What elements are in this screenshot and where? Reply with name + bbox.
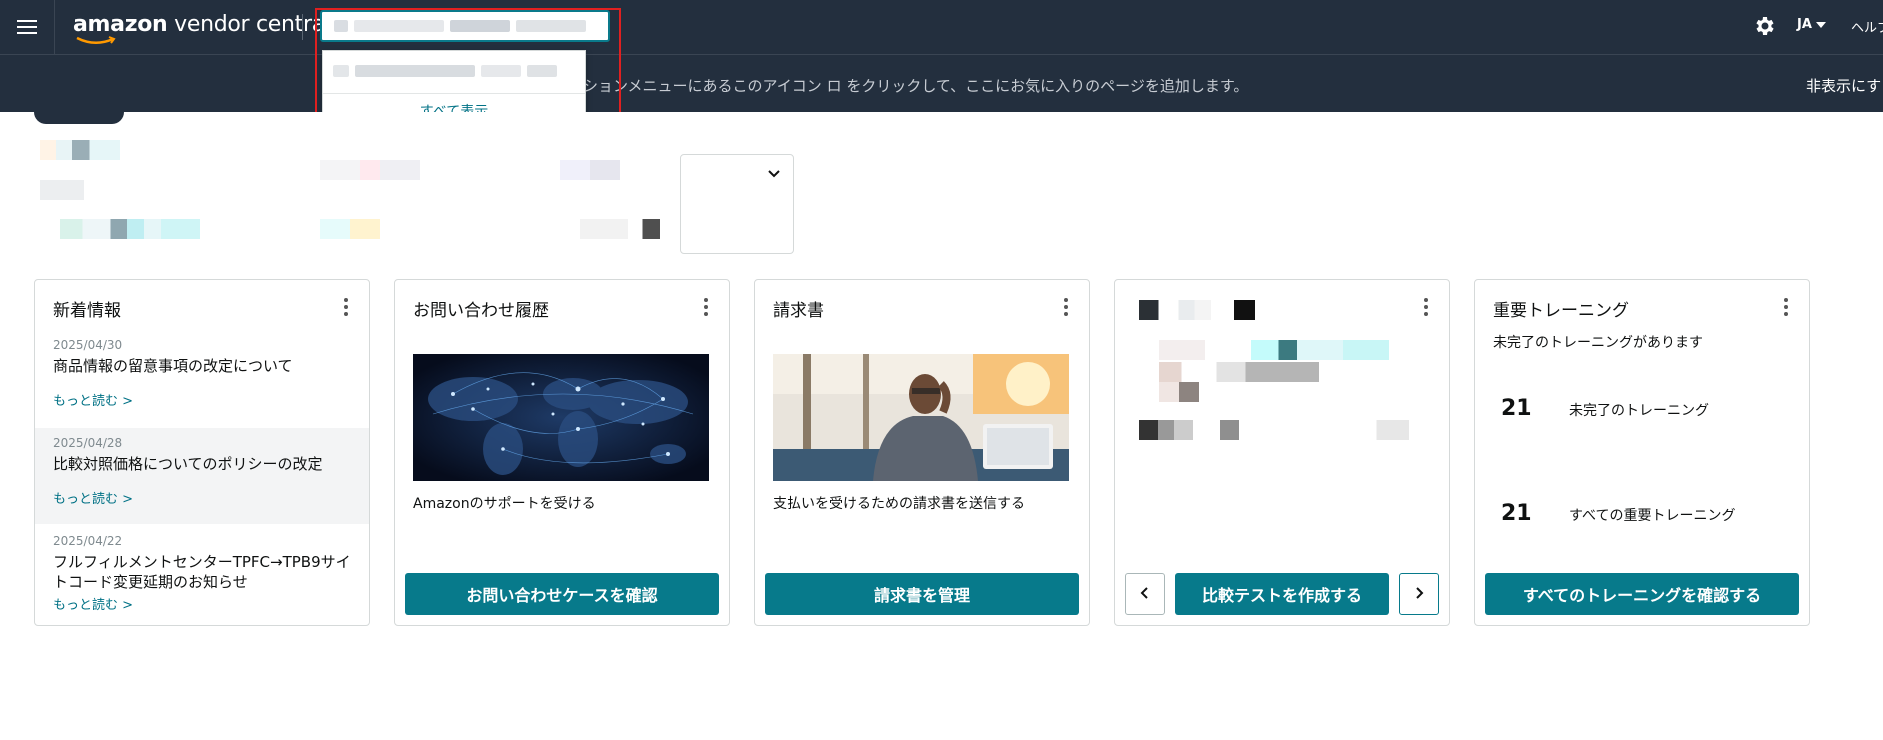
hamburger-menu-icon[interactable] <box>0 0 55 54</box>
gear-icon[interactable] <box>1752 14 1776 38</box>
training-card: 重要トレーニング 未完了のトレーニングがあります 21 未完了のトレーニング 2… <box>1474 279 1810 626</box>
invoices-card: 請求書 支払いを受けるための請求書を送信する 請求書を管理 <box>754 279 1090 626</box>
favorites-bar: ションメニューにあるこのアイコン ロ をクリックして、ここにお気に入りのページを… <box>0 54 1883 112</box>
language-label: JA <box>1797 17 1812 32</box>
avatar <box>34 112 124 124</box>
redacted-block <box>1159 382 1199 402</box>
help-link[interactable]: ヘルプ <box>1851 17 1883 36</box>
news-item[interactable]: 2025/04/28 比較対照価格についてのポリシーの改定 もっと読む > <box>35 428 369 524</box>
logo-brand: amazon <box>73 12 168 37</box>
invoices-card-title: 請求書 <box>773 301 824 321</box>
support-card-title: お問い合わせ履歴 <box>413 301 549 321</box>
invoices-description: 支払いを受けるための請求書を送信する <box>773 496 1025 512</box>
vendor-central-logo[interactable]: amazon vendor central <box>73 12 331 44</box>
training-subtitle: 未完了のトレーニングがあります <box>1493 335 1703 351</box>
news-card-title: 新着情報 <box>53 301 121 321</box>
redacted-block <box>320 160 420 180</box>
amazon-smile-icon <box>76 36 116 44</box>
news-headline[interactable]: 比較対照価格についてのポリシーの改定 <box>53 454 351 474</box>
all-training-label[interactable]: すべての重要トレーニング <box>1569 505 1735 525</box>
news-card: 新着情報 2025/04/30 商品情報の留意事項の改定について もっと読む >… <box>34 279 370 626</box>
search-box[interactable] <box>320 10 610 42</box>
support-description: Amazonのサポートを受ける <box>413 496 596 512</box>
more-options-icon[interactable] <box>1423 298 1429 318</box>
manage-invoices-button[interactable]: 請求書を管理 <box>765 573 1079 615</box>
news-date: 2025/04/28 <box>53 436 123 450</box>
read-more-link[interactable]: もっと読む > <box>53 488 351 507</box>
dropdown-divider <box>323 93 585 94</box>
redacted-block <box>1159 362 1319 382</box>
create-experiment-button[interactable]: 比較テストを作成する <box>1175 573 1389 615</box>
top-nav-bar: amazon vendor central JA ヘルプ <box>0 0 1883 54</box>
redacted-block <box>60 219 200 239</box>
training-card-title: 重要トレーニング <box>1493 301 1629 321</box>
language-selector[interactable]: JA <box>1797 17 1826 32</box>
more-options-icon[interactable] <box>343 298 349 318</box>
chevron-down-icon <box>768 170 780 178</box>
experiments-card: 比較テストを作成する <box>1114 279 1450 626</box>
read-more-link[interactable]: もっと読む > <box>53 390 351 409</box>
incomplete-training-count: 21 <box>1501 396 1532 421</box>
redacted-block <box>1159 340 1389 360</box>
previous-button[interactable] <box>1125 573 1165 615</box>
news-headline[interactable]: 商品情報の留意事項の改定について <box>53 356 351 376</box>
world-network-image <box>413 354 709 481</box>
suggestion-item[interactable] <box>333 65 557 77</box>
more-options-icon[interactable] <box>703 298 709 318</box>
account-selector[interactable] <box>680 154 794 254</box>
caret-down-icon <box>1815 21 1826 28</box>
redacted-block <box>40 180 84 200</box>
support-card: お問い合わせ履歴 Amazonのサポートを受ける お問い合わせケースを確認 <box>394 279 730 626</box>
redacted-block <box>40 140 120 160</box>
read-more-link[interactable]: もっと読む > <box>53 594 351 613</box>
hide-favorites-link[interactable]: 非表示にす <box>1806 75 1881 96</box>
businessman-phone-image <box>773 354 1069 481</box>
redacted-block <box>1139 300 1255 320</box>
logo-divider <box>302 14 303 40</box>
chevron-left-icon <box>1140 586 1148 599</box>
more-options-icon[interactable] <box>1783 298 1789 318</box>
next-button[interactable] <box>1399 573 1439 615</box>
view-all-training-button[interactable]: すべてのトレーニングを確認する <box>1485 573 1799 615</box>
redacted-block <box>320 219 380 239</box>
news-item[interactable]: 2025/04/22 フルフィルメントセンターTPFC→TPB9サイトコード変更… <box>35 526 369 624</box>
more-options-icon[interactable] <box>1063 298 1069 318</box>
news-date: 2025/04/22 <box>53 534 123 548</box>
news-item[interactable]: 2025/04/30 商品情報の留意事項の改定について もっと読む > <box>35 330 369 426</box>
logo-product: vendor central <box>174 12 331 37</box>
news-headline[interactable]: フルフィルメントセンターTPFC→TPB9サイトコード変更延期のお知らせ <box>53 552 351 592</box>
news-date: 2025/04/30 <box>53 338 123 352</box>
search-redacted-text <box>334 20 586 32</box>
incomplete-training-label[interactable]: 未完了のトレーニング <box>1569 400 1709 420</box>
redacted-block <box>580 219 660 239</box>
favorites-hint: ションメニューにあるこのアイコン ロ をクリックして、ここにお気に入りのページを… <box>583 77 1249 95</box>
chevron-right-icon <box>1416 586 1424 599</box>
view-support-cases-button[interactable]: お問い合わせケースを確認 <box>405 573 719 615</box>
redacted-block <box>560 160 620 180</box>
redacted-block <box>1139 420 1409 440</box>
all-training-count: 21 <box>1501 501 1532 526</box>
